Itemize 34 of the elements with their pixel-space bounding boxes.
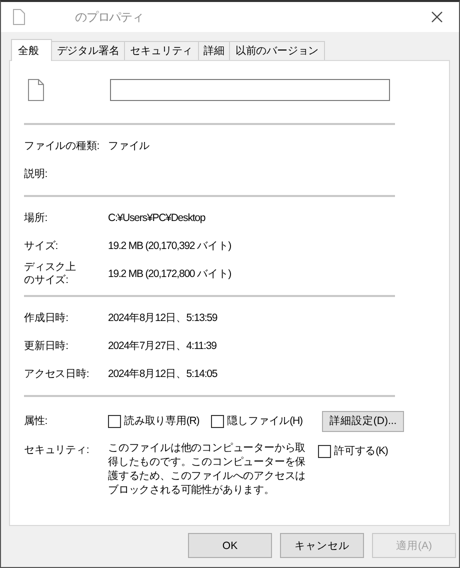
field-value: 2024年8月12日、5:13:59	[108, 311, 218, 325]
checkbox-label[interactable]: 読み取り専用(R)	[124, 414, 200, 428]
field-label: セキュリティ:	[24, 443, 90, 457]
file-icon	[28, 79, 44, 101]
checkbox[interactable]	[108, 414, 121, 428]
checkbox[interactable]	[318, 444, 331, 458]
field-label: ファイルの種類:	[24, 139, 100, 153]
field-label: 作成日時:	[24, 311, 69, 325]
tab[interactable]: 全般	[11, 39, 52, 61]
field-value: 2024年8月12日、5:14:05	[108, 367, 218, 381]
tab[interactable]: 以前のバージョン	[229, 41, 325, 60]
field-value: 19.2 MB (20,170,392 バイト)	[108, 239, 232, 253]
field-label: のサイズ:	[24, 274, 69, 287]
field-label: 更新日時:	[24, 339, 69, 353]
field-label: 場所:	[24, 211, 48, 225]
dialog-button[interactable]: キャンセル	[280, 533, 364, 558]
window-title: のプロパティ	[75, 8, 144, 26]
checkbox-label[interactable]: 隠しファイル(H)	[227, 414, 302, 428]
field-value: C:¥Users¥PC¥Desktop	[108, 212, 206, 224]
field-value: 19.2 MB (20,172,800 バイト)	[108, 267, 232, 281]
checkbox[interactable]	[211, 414, 224, 428]
file-icon	[13, 9, 25, 25]
field-label: アクセス日時:	[24, 367, 90, 381]
field-label: 説明:	[24, 167, 48, 181]
checkbox-label[interactable]: 許可する(K)	[334, 444, 388, 458]
field-label: ディスク上	[24, 261, 78, 274]
field-value: 2024年7月27日、4:11:39	[108, 339, 216, 353]
field-label: サイズ:	[24, 239, 59, 253]
field-value: ファイル	[108, 139, 150, 153]
dialog-button[interactable]: OK	[188, 533, 272, 558]
name-field[interactable]	[110, 79, 390, 101]
field-label: 属性:	[24, 414, 48, 428]
security-message: このファイルは他のコンピューターから取得したものです。このコンピューターを保護するため、このファイルへのアクセスはブロックされる可能性があります。	[108, 441, 307, 497]
advanced-button[interactable]: 詳細設定(D)...	[322, 410, 404, 432]
